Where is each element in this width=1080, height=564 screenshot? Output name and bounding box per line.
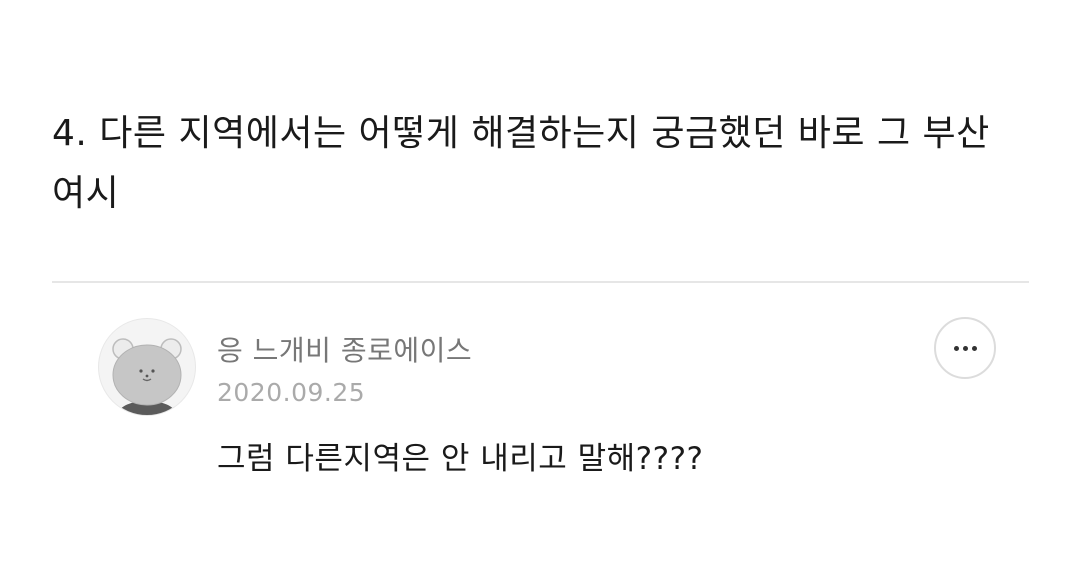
post-page: 4. 다른 지역에서는 어떻게 해결하는지 궁금했던 바로 그 부산 여시 응 … xyxy=(0,0,1080,564)
comment-date: 2020.09.25 xyxy=(217,378,366,407)
bear-avatar-icon[interactable] xyxy=(98,318,196,416)
post-body-text: 4. 다른 지역에서는 어떻게 해결하는지 궁금했던 바로 그 부산 여시 xyxy=(52,113,990,214)
more-dots-icon xyxy=(953,345,977,351)
more-options-button[interactable] xyxy=(934,317,996,379)
comment-author[interactable]: 응 느개비 종로에이스 xyxy=(217,329,472,369)
comment-item: 응 느개비 종로에이스 2020.09.25 그럼 다른지역은 안 내리고 말해… xyxy=(0,283,1080,564)
comment-text: 그럼 다른지역은 안 내리고 말해???? xyxy=(217,441,704,477)
